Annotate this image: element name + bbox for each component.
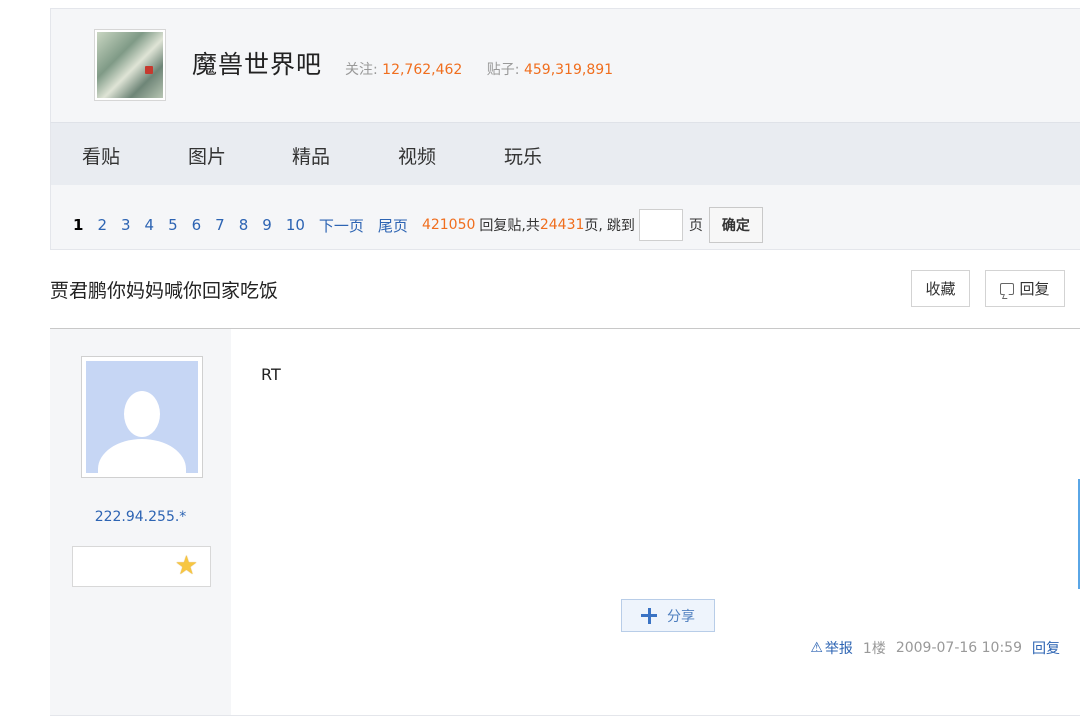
report-link[interactable]: ⚠ 举报 bbox=[810, 638, 853, 658]
page-1: 1 bbox=[73, 216, 84, 234]
forum-stats: 关注: 12,762,462 贴子: 459,319,891 bbox=[345, 59, 633, 79]
next-page-link[interactable]: 下一页 bbox=[319, 215, 364, 236]
favorite-button[interactable]: 收藏 bbox=[911, 270, 970, 307]
favorite-button-label: 收藏 bbox=[925, 280, 956, 298]
page-9[interactable]: 9 bbox=[262, 216, 272, 234]
tab-fun[interactable]: 玩乐 bbox=[504, 142, 542, 169]
page-7[interactable]: 7 bbox=[215, 216, 225, 234]
tab-featured[interactable]: 精品 bbox=[292, 142, 330, 169]
post-divider bbox=[50, 715, 1080, 716]
pager: 1 2 3 4 5 6 7 8 9 10 下一页 尾页 421050 回复贴,共… bbox=[73, 207, 763, 243]
last-page-link[interactable]: 尾页 bbox=[378, 215, 408, 236]
reply-count: 421050 bbox=[421, 217, 476, 233]
tab-images[interactable]: 图片 bbox=[188, 142, 226, 169]
page-6[interactable]: 6 bbox=[192, 216, 202, 234]
comment-icon bbox=[1000, 282, 1015, 295]
posts-count: 459,319,891 bbox=[523, 62, 614, 78]
page-unit-label: 页 bbox=[688, 218, 703, 234]
reply-count-label: 回复贴,共 bbox=[479, 218, 540, 234]
posts-label: 贴子: bbox=[486, 62, 520, 78]
user-ip-link[interactable]: 222.94.255.* bbox=[50, 509, 231, 525]
jump-page-input[interactable] bbox=[638, 209, 683, 241]
forum-avatar[interactable] bbox=[94, 29, 166, 101]
forum-logo-image bbox=[97, 32, 163, 98]
forum-nav: 看贴 图片 精品 视频 玩乐 bbox=[50, 122, 1080, 185]
post-author-panel: 222.94.255.* ★ bbox=[50, 329, 231, 715]
share-button-label: 分享 bbox=[667, 608, 695, 625]
plus-icon bbox=[641, 607, 657, 624]
jump-confirm-button[interactable]: 确定 bbox=[708, 207, 763, 243]
user-level-badge[interactable]: ★ bbox=[72, 546, 211, 587]
default-user-icon bbox=[86, 361, 198, 473]
forum-name[interactable]: 魔兽世界吧 bbox=[192, 45, 322, 81]
page-count-suffix: 页, bbox=[584, 218, 603, 234]
page-count: 24431 bbox=[539, 217, 585, 233]
post-floor-1: 222.94.255.* ★ RT 分享 ⚠ 举报 1楼 2009-07-16 … bbox=[50, 328, 1080, 727]
pager-bar: 1 2 3 4 5 6 7 8 9 10 下一页 尾页 421050 回复贴,共… bbox=[50, 185, 1080, 250]
follow-count: 12,762,462 bbox=[382, 62, 463, 78]
page-5[interactable]: 5 bbox=[168, 216, 178, 234]
page-8[interactable]: 8 bbox=[239, 216, 249, 234]
warning-icon: ⚠ bbox=[810, 640, 823, 656]
post-floor-number: 1楼 bbox=[862, 641, 886, 657]
tab-posts[interactable]: 看贴 bbox=[82, 142, 120, 169]
share-button[interactable]: 分享 bbox=[621, 599, 715, 632]
forum-header: 魔兽世界吧 关注: 12,762,462 贴子: 459,319,891 bbox=[50, 8, 1080, 122]
thread-title: 贾君鹏你妈妈喊你回家吃饭 bbox=[50, 280, 279, 302]
post-time: 2009-07-16 10:59 bbox=[895, 640, 1022, 656]
tab-videos[interactable]: 视频 bbox=[398, 142, 436, 169]
reply-button[interactable]: 回复 bbox=[985, 270, 1065, 307]
jump-label: 跳到 bbox=[606, 218, 635, 234]
reply-button-label: 回复 bbox=[1019, 280, 1050, 298]
page-4[interactable]: 4 bbox=[145, 216, 155, 234]
star-icon: ★ bbox=[174, 551, 198, 581]
user-avatar[interactable] bbox=[81, 356, 203, 478]
post-content: RT bbox=[261, 365, 281, 384]
page-10[interactable]: 10 bbox=[286, 216, 305, 234]
report-label: 举报 bbox=[824, 641, 853, 657]
follow-label: 关注: bbox=[345, 62, 378, 78]
page-3[interactable]: 3 bbox=[121, 216, 131, 234]
post-reply-link[interactable]: 回复 bbox=[1032, 638, 1060, 658]
post-tail: ⚠ 举报 1楼 2009-07-16 10:59 回复 bbox=[810, 638, 1060, 658]
page-2[interactable]: 2 bbox=[97, 216, 107, 234]
